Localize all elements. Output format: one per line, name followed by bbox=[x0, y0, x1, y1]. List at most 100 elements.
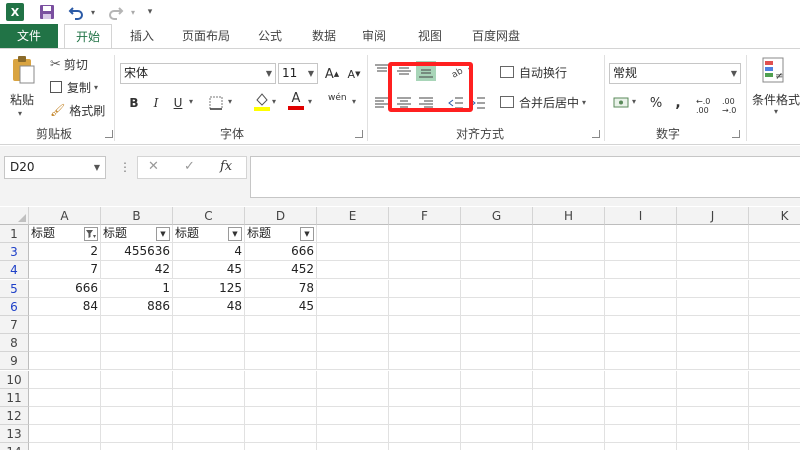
fill-color-dropdown-icon[interactable]: ▾ bbox=[272, 97, 276, 106]
cell-k9[interactable] bbox=[749, 352, 800, 371]
undo-icon[interactable] bbox=[66, 2, 86, 22]
tab-formulas[interactable]: 公式 bbox=[246, 24, 294, 49]
cell-c3[interactable]: 4 bbox=[173, 243, 245, 262]
align-center-button[interactable] bbox=[394, 93, 414, 113]
cell-i1[interactable] bbox=[605, 225, 677, 243]
cell-g7[interactable] bbox=[461, 316, 533, 334]
cell-i7[interactable] bbox=[605, 316, 677, 334]
row-header-5[interactable]: 5 bbox=[0, 279, 29, 298]
cell-h14[interactable] bbox=[533, 443, 605, 450]
undo-dropdown-icon[interactable]: ▾ bbox=[88, 2, 98, 22]
percent-button[interactable]: % bbox=[646, 93, 666, 113]
column-header-f[interactable]: F bbox=[389, 207, 461, 225]
cell-d6[interactable]: 45 bbox=[245, 297, 317, 316]
cell-e8[interactable] bbox=[317, 334, 389, 353]
cell-b6[interactable]: 886 bbox=[101, 297, 173, 316]
cell-h8[interactable] bbox=[533, 334, 605, 353]
cell-g9[interactable] bbox=[461, 352, 533, 371]
cell-f10[interactable] bbox=[389, 370, 461, 389]
cell-d10[interactable] bbox=[245, 370, 317, 389]
row-header-11[interactable]: 11 bbox=[0, 388, 29, 407]
increase-decimal-button[interactable]: ←.0 .00 bbox=[696, 97, 718, 115]
orientation-dropdown-icon[interactable]: ▾ bbox=[468, 65, 472, 74]
accounting-dropdown-icon[interactable]: ▾ bbox=[632, 97, 636, 106]
cell-f6[interactable] bbox=[389, 297, 461, 316]
cell-j7[interactable] bbox=[677, 316, 749, 334]
cell-d14[interactable] bbox=[245, 443, 317, 450]
cell-c6[interactable]: 48 bbox=[173, 297, 245, 316]
cell-f8[interactable] bbox=[389, 334, 461, 353]
column-header-h[interactable]: H bbox=[533, 207, 605, 225]
grow-font-button[interactable]: A ▲ bbox=[322, 64, 342, 84]
cell-f9[interactable] bbox=[389, 352, 461, 371]
tab-view[interactable]: 视图 bbox=[404, 24, 456, 49]
cell-a4[interactable]: 7 bbox=[29, 261, 101, 280]
cell-j6[interactable] bbox=[677, 297, 749, 316]
cell-d7[interactable] bbox=[245, 316, 317, 334]
cell-f11[interactable] bbox=[389, 388, 461, 407]
name-box[interactable]: D20 ▼ bbox=[4, 156, 106, 179]
cell-i11[interactable] bbox=[605, 388, 677, 407]
cell-k1[interactable] bbox=[749, 225, 800, 243]
phonetic-dropdown-icon[interactable]: ▾ bbox=[352, 97, 356, 106]
tab-home[interactable]: 开始 bbox=[64, 24, 112, 49]
tab-page-layout[interactable]: 页面布局 bbox=[172, 24, 240, 49]
clipboard-launcher-icon[interactable] bbox=[105, 130, 113, 138]
borders-button[interactable] bbox=[206, 93, 226, 113]
cell-c9[interactable] bbox=[173, 352, 245, 371]
cell-b11[interactable] bbox=[101, 388, 173, 407]
align-left-button[interactable] bbox=[372, 93, 392, 113]
cell-h11[interactable] bbox=[533, 388, 605, 407]
cell-g8[interactable] bbox=[461, 334, 533, 353]
cell-b12[interactable] bbox=[101, 407, 173, 425]
alignment-launcher-icon[interactable] bbox=[592, 130, 600, 138]
cell-b9[interactable] bbox=[101, 352, 173, 371]
cell-i9[interactable] bbox=[605, 352, 677, 371]
cell-k11[interactable] bbox=[749, 389, 800, 407]
fill-color-button[interactable] bbox=[252, 91, 272, 111]
cell-b7[interactable] bbox=[101, 316, 173, 334]
cell-e13[interactable] bbox=[317, 425, 389, 444]
cell-e12[interactable] bbox=[317, 407, 389, 425]
tab-baidu-netdisk[interactable]: 百度网盘 bbox=[458, 24, 534, 49]
accounting-format-button[interactable] bbox=[612, 93, 632, 113]
cell-a10[interactable] bbox=[29, 370, 101, 389]
row-header-10[interactable]: 10 bbox=[0, 370, 29, 389]
cell-g1[interactable] bbox=[461, 225, 533, 243]
cell-b4[interactable]: 42 bbox=[101, 261, 173, 280]
underline-dropdown-icon[interactable]: ▾ bbox=[189, 97, 193, 106]
cell-i3[interactable] bbox=[605, 243, 677, 262]
cell-g6[interactable] bbox=[461, 297, 533, 316]
filter-dropdown-icon[interactable]: ▼ bbox=[300, 227, 314, 241]
cell-i10[interactable] bbox=[605, 370, 677, 389]
phonetic-button[interactable]: wén bbox=[328, 93, 347, 103]
cell-g13[interactable] bbox=[461, 425, 533, 444]
cell-j9[interactable] bbox=[677, 352, 749, 371]
select-all-corner[interactable] bbox=[0, 207, 29, 225]
cell-f4[interactable] bbox=[389, 261, 461, 280]
align-right-button[interactable] bbox=[416, 93, 436, 113]
cell-i13[interactable] bbox=[605, 425, 677, 444]
row-header-13[interactable]: 13 bbox=[0, 425, 29, 444]
cell-g10[interactable] bbox=[461, 370, 533, 389]
cell-j1[interactable] bbox=[677, 225, 749, 243]
customize-icon[interactable]: ▾ bbox=[144, 2, 156, 22]
row-header-3[interactable]: 3 bbox=[0, 243, 29, 262]
cell-b1[interactable]: 标题 ▼ bbox=[101, 225, 173, 243]
tab-review[interactable]: 审阅 bbox=[354, 24, 394, 49]
paste-label[interactable]: 粘贴 bbox=[10, 91, 34, 108]
cell-f3[interactable] bbox=[389, 243, 461, 262]
number-format-select[interactable]: 常规 ▼ bbox=[609, 63, 741, 84]
cell-c4[interactable]: 45 bbox=[173, 261, 245, 280]
cell-h1[interactable] bbox=[533, 225, 605, 243]
cell-k14[interactable] bbox=[749, 443, 800, 450]
merge-dropdown-icon[interactable]: ▾ bbox=[582, 98, 586, 107]
filter-dropdown-icon[interactable]: ▼ bbox=[228, 227, 242, 241]
cell-i8[interactable] bbox=[605, 334, 677, 353]
conditional-format-button[interactable]: 条件格式 bbox=[752, 91, 800, 108]
cell-c1[interactable]: 标题 ▼ bbox=[173, 225, 245, 243]
row-header-14[interactable]: 14 bbox=[0, 443, 29, 450]
align-top-button[interactable] bbox=[372, 61, 392, 81]
cell-a3[interactable]: 2 bbox=[29, 243, 101, 262]
borders-dropdown-icon[interactable]: ▾ bbox=[228, 97, 232, 106]
